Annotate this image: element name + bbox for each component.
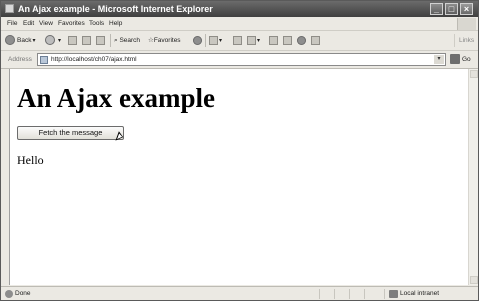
mail-button[interactable] xyxy=(233,34,242,47)
browser-window: An Ajax example - Microsoft Internet Exp… xyxy=(0,0,479,301)
edit-icon xyxy=(269,35,278,45)
windows-logo-icon xyxy=(457,18,476,30)
history-button[interactable]: ▾ xyxy=(209,34,222,47)
refresh-button[interactable] xyxy=(82,34,91,47)
links-button[interactable]: Links xyxy=(454,34,474,47)
status-text: Done xyxy=(15,290,31,297)
print-button[interactable]: ▾ xyxy=(247,34,260,47)
stop-button[interactable] xyxy=(68,34,77,47)
search-icon: ⌕ xyxy=(114,37,118,44)
search-label: Search xyxy=(119,37,141,44)
menu-help[interactable]: Help xyxy=(109,17,122,30)
edit-button[interactable] xyxy=(269,34,278,47)
research-icon xyxy=(311,35,320,45)
back-label: Back xyxy=(17,37,32,44)
page-heading: An Ajax example xyxy=(17,83,215,113)
favorites-label: Favorites xyxy=(153,37,181,44)
messenger-button[interactable] xyxy=(297,34,308,47)
address-dropdown-icon[interactable]: ▾ xyxy=(434,55,444,64)
discuss-button[interactable] xyxy=(283,34,292,47)
page-icon xyxy=(40,56,48,64)
fetch-message-button[interactable]: Fetch the message xyxy=(17,126,124,140)
menu-view[interactable]: View xyxy=(39,17,53,30)
address-url[interactable]: http://localhost/ch07/ajax.html xyxy=(51,54,137,65)
refresh-icon xyxy=(82,35,91,45)
intranet-zone-icon xyxy=(389,290,398,298)
menu-favorites[interactable]: Favorites xyxy=(58,17,85,30)
discuss-icon xyxy=(283,35,292,45)
menu-file[interactable]: File xyxy=(7,17,17,30)
address-input[interactable]: http://localhost/ch07/ajax.html ▾ xyxy=(37,53,446,66)
search-button[interactable]: ⌕ Search xyxy=(114,34,140,47)
media-button[interactable] xyxy=(193,34,204,47)
home-button[interactable] xyxy=(96,34,105,47)
vertical-scrollbar[interactable] xyxy=(468,69,478,285)
favorites-button[interactable]: ☆Favorites xyxy=(148,34,181,47)
security-zone: Local intranet xyxy=(400,290,440,297)
message-text: Hello xyxy=(17,153,44,167)
address-bar: Address http://localhost/ch07/ajax.html … xyxy=(1,51,478,69)
scroll-down-icon[interactable] xyxy=(470,276,478,284)
title-bar: An Ajax example - Microsoft Internet Exp… xyxy=(1,1,478,17)
forward-button[interactable]: ▾ xyxy=(45,34,61,47)
messenger-icon xyxy=(297,35,306,45)
done-page-icon xyxy=(5,290,13,298)
go-button[interactable]: Go xyxy=(450,53,471,66)
scroll-up-icon[interactable] xyxy=(470,70,478,78)
menu-edit[interactable]: Edit xyxy=(23,17,34,30)
status-bar: Done Local intranet xyxy=(1,286,478,300)
ie-page-icon xyxy=(5,4,14,13)
menu-tools[interactable]: Tools xyxy=(89,17,104,30)
window-title: An Ajax example - Microsoft Internet Exp… xyxy=(18,4,213,14)
go-arrow-icon xyxy=(450,54,460,65)
maximize-button[interactable]: □ xyxy=(445,3,458,15)
page-content: An Ajax example Fetch the message Hello xyxy=(9,69,469,285)
print-icon xyxy=(247,35,256,45)
mail-icon xyxy=(233,35,242,45)
stop-icon xyxy=(68,35,77,45)
back-arrow-icon xyxy=(5,35,15,46)
research-button[interactable] xyxy=(311,34,320,47)
close-button[interactable]: × xyxy=(460,3,473,15)
address-label: Address xyxy=(8,56,32,63)
media-icon xyxy=(193,35,202,45)
toolbar: Back▾ ▾ ⌕ Search ☆Favorites ▾ ▾ Links xyxy=(1,31,478,51)
go-label: Go xyxy=(462,56,471,63)
back-button[interactable]: Back▾ xyxy=(5,34,35,47)
forward-arrow-icon xyxy=(45,35,55,46)
menu-bar: File Edit View Favorites Tools Help xyxy=(1,17,478,31)
home-icon xyxy=(96,35,105,45)
history-icon xyxy=(209,35,218,45)
minimize-button[interactable]: _ xyxy=(430,3,443,15)
